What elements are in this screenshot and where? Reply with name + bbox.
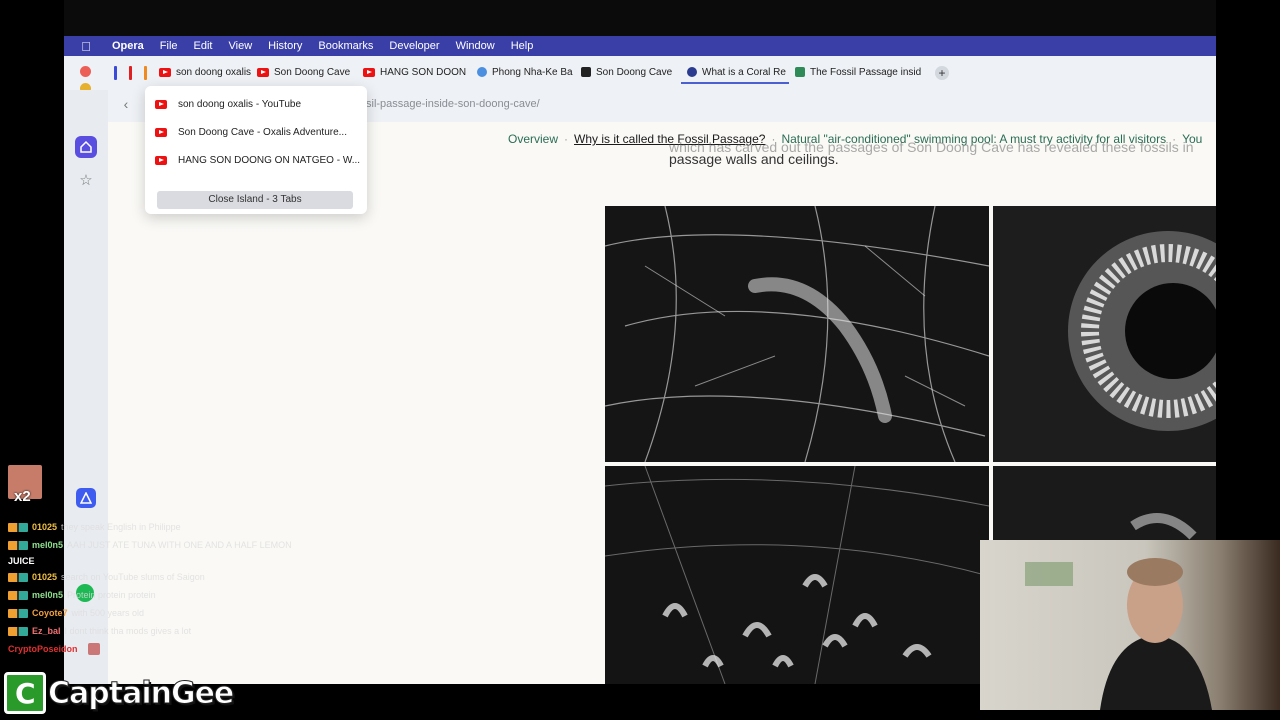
channel-logo: CaptainGee <box>4 670 235 716</box>
webcam-feed <box>980 540 1280 710</box>
chat-overlay: 01025 they speak English in Philippe mel0… <box>8 518 338 658</box>
youtube-icon <box>363 67 375 77</box>
menu-edit[interactable]: Edit <box>186 40 221 52</box>
menu-app-opera[interactable]: Opera <box>104 40 152 52</box>
youtube-icon <box>155 155 167 165</box>
island-item-label: son doong oxalis - YouTube <box>178 98 302 110</box>
chat-message: CryptoPoseidon <box>8 640 338 658</box>
island-item-son-doong-cave[interactable]: Son Doong Cave - Oxalis Adventure... <box>155 122 347 142</box>
tab-label: HANG SON DOON <box>380 66 467 78</box>
tab-son-doong-oxalis[interactable]: son doong oxalis <box>153 62 251 84</box>
close-island-button[interactable]: Close Island - 3 Tabs <box>157 191 353 209</box>
tab-island-marker[interactable] <box>114 66 117 80</box>
menu-file[interactable]: File <box>152 40 186 52</box>
menu-window[interactable]: Window <box>448 40 503 52</box>
fossil-photo-2 <box>993 206 1216 462</box>
island-popup: son doong oxalis - YouTube Son Doong Cav… <box>145 86 367 214</box>
emote-icon <box>87 643 100 655</box>
top-band <box>64 0 1216 36</box>
new-tab-button[interactable]: + <box>935 66 949 80</box>
tab-island-marker[interactable] <box>129 66 132 80</box>
chat-message: mel0n5 Protein protein protein <box>8 586 338 604</box>
close-window-button[interactable] <box>80 66 91 77</box>
star-icon[interactable]: ☆ <box>76 170 96 190</box>
article-text: which has carved out the passages of Son… <box>669 139 1216 170</box>
fossil-photo-3 <box>605 466 989 684</box>
home-icon[interactable] <box>75 136 97 158</box>
chat-message: mel0n5 AAH JUST ATE TUNA WITH ONE AND A H… <box>8 536 338 554</box>
article-line-faded: which has carved out the passages of Son… <box>669 139 1194 155</box>
back-icon[interactable]: ‹ <box>118 96 134 112</box>
toc-overview[interactable]: Overview <box>508 132 558 146</box>
coral-icon <box>687 67 697 77</box>
tab-label: son doong oxalis <box>176 66 251 78</box>
chat-message: 01025 they speak English in Philippe <box>8 518 338 536</box>
chat-message: JUICE <box>8 556 35 566</box>
menu-help[interactable]: Help <box>503 40 542 52</box>
app-icon[interactable] <box>76 488 96 508</box>
fossil-photo-1 <box>605 206 989 462</box>
screen:  Opera File Edit View History Bookmarks… <box>0 0 1280 720</box>
youtube-icon <box>155 127 167 137</box>
menu-bookmarks[interactable]: Bookmarks <box>310 40 381 52</box>
tab-island-marker[interactable] <box>144 66 147 80</box>
tab-label: Phong Nha-Ke Ba <box>492 66 573 78</box>
menu-developer[interactable]: Developer <box>381 40 447 52</box>
island-item-hang-son-doong[interactable]: HANG SON DOONG ON NATGEO - W... <box>155 150 360 170</box>
chat-message: 01025 search on YouTube slums of Saigon <box>8 568 338 586</box>
island-item-label: Son Doong Cave - Oxalis Adventure... <box>178 126 347 138</box>
tab-fossil-passage[interactable]: The Fossil Passage insid <box>789 62 921 84</box>
tab-label: What is a Coral Re <box>702 66 786 78</box>
tab-phong-nha[interactable]: Phong Nha-Ke Ba <box>471 62 575 84</box>
tab-hang-son-doong[interactable]: HANG SON DOON <box>357 62 471 84</box>
document-icon <box>581 67 591 77</box>
url-field[interactable]: sil-passage-inside-son-doong-cave/ <box>366 98 540 110</box>
page-icon <box>795 67 805 77</box>
logo-text: CaptainGee <box>47 675 234 711</box>
menu-view[interactable]: View <box>221 40 261 52</box>
tab-son-doong-cave[interactable]: Son Doong Cave <box>251 62 357 84</box>
apple-icon[interactable]:  <box>78 39 94 54</box>
youtube-icon <box>159 67 171 77</box>
tab-coral-reef[interactable]: What is a Coral Re <box>681 62 789 84</box>
tab-label: The Fossil Passage insid <box>810 66 921 78</box>
logo-badge-icon <box>4 672 46 714</box>
tab-strip: son doong oxalis Son Doong Cave HANG SON… <box>108 62 949 84</box>
menu-history[interactable]: History <box>260 40 310 52</box>
chat-message: Ez_bal I dont think tha mods gives a lot <box>8 622 338 640</box>
island-item-label: HANG SON DOONG ON NATGEO - W... <box>178 154 361 166</box>
youtube-icon <box>257 67 269 77</box>
youtube-icon <box>155 99 167 109</box>
tab-label: Son Doong Cave <box>274 66 351 78</box>
chat-message: Coyote7 with 500 years old <box>8 604 338 622</box>
tab-label: Son Doong Cave <box>596 66 673 78</box>
multiplier-badge: x2 <box>14 488 31 505</box>
tab-bar: son doong oxalis Son Doong Cave HANG SON… <box>64 56 1216 111</box>
island-item-son-doong-oxalis[interactable]: son doong oxalis - YouTube <box>155 94 301 114</box>
globe-icon <box>477 67 487 77</box>
menu-bar:  Opera File Edit View History Bookmarks… <box>64 36 1216 56</box>
tab-son-doong-cave-2[interactable]: Son Doong Cave <box>575 62 681 84</box>
